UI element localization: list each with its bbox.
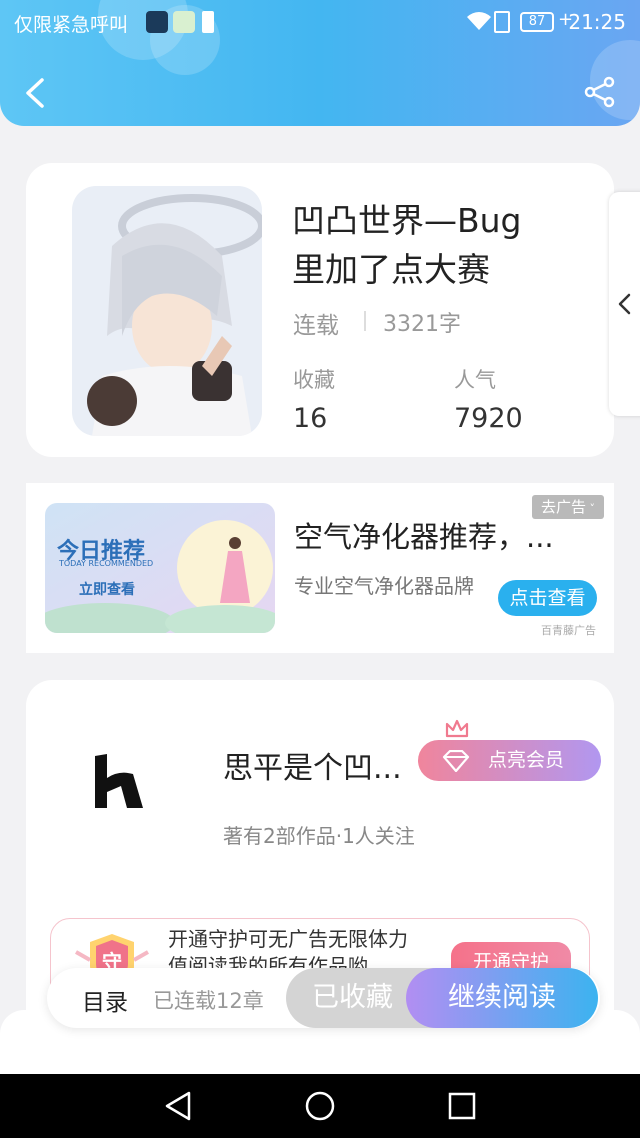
- author-name: 思平是个凹...: [223, 751, 402, 786]
- book-title: 凹凸世界—Bug里加了点大赛: [292, 201, 522, 289]
- ad-title[interactable]: 空气净化器推荐，...: [294, 514, 554, 556]
- alert-icon: [202, 11, 214, 33]
- chapter-count: 已连载12章: [153, 989, 264, 1013]
- author-avatar[interactable]: [93, 752, 145, 810]
- chevron-down-icon: ˅: [586, 502, 595, 515]
- author-logo-icon: [95, 754, 143, 808]
- word-count: 3321字: [383, 312, 461, 337]
- toc-button[interactable]: 目录: [82, 983, 128, 1017]
- remove-ad-button[interactable]: 去广告 ˅: [532, 495, 604, 519]
- app-notification-icon-2: [173, 11, 195, 33]
- nav-recents-icon[interactable]: [448, 1092, 476, 1120]
- carrier-text: 仅限紧急呼叫: [14, 14, 129, 36]
- share-button[interactable]: [584, 76, 616, 108]
- favorites-label: 收藏: [293, 368, 335, 392]
- share-icon: [584, 76, 615, 108]
- clock: 21:25: [568, 10, 626, 34]
- wifi-icon: [466, 10, 492, 37]
- side-drawer-tab[interactable]: [609, 192, 640, 416]
- app-notification-icon: [146, 11, 168, 33]
- ad-description: 专业空气净化器品牌: [294, 574, 474, 598]
- book-cover-illustration: [72, 186, 262, 436]
- vip-button-label: 点亮会员: [488, 749, 565, 771]
- chevron-left-icon: [618, 293, 631, 315]
- status-bar: 仅限紧急呼叫 87 + 21:25: [0, 0, 640, 44]
- nav-home-icon[interactable]: [304, 1090, 336, 1122]
- back-button[interactable]: [22, 76, 48, 110]
- system-nav-bar: [0, 1074, 640, 1138]
- sim-icon: [494, 11, 510, 33]
- vip-button[interactable]: 点亮会员: [418, 740, 601, 781]
- popularity-label: 人气: [454, 368, 496, 392]
- ad-image[interactable]: 今日推荐 TODAY RECOMMENDED 立即查看: [45, 503, 275, 633]
- ad-image-cta: 立即查看: [79, 582, 135, 598]
- chevron-left-icon: [26, 78, 44, 108]
- nav-back-icon[interactable]: [163, 1090, 193, 1122]
- remove-ad-label: 去广告: [540, 498, 586, 516]
- author-stats: 著有2部作品·1人关注: [223, 824, 415, 848]
- ad-view-button[interactable]: 点击查看: [498, 580, 597, 616]
- battery-indicator: 87: [520, 12, 554, 32]
- ad-source: 百青藤广告: [541, 624, 596, 637]
- diamond-icon: [442, 750, 470, 772]
- favorites-value: 16: [293, 403, 328, 434]
- popularity-value: 7920: [454, 403, 523, 434]
- ad-image-subtitle: TODAY RECOMMENDED: [59, 559, 154, 568]
- serial-status: 连载: [293, 313, 339, 339]
- book-cover[interactable]: [72, 186, 262, 436]
- divider: [364, 311, 366, 331]
- continue-reading-button[interactable]: 继续阅读: [406, 968, 598, 1028]
